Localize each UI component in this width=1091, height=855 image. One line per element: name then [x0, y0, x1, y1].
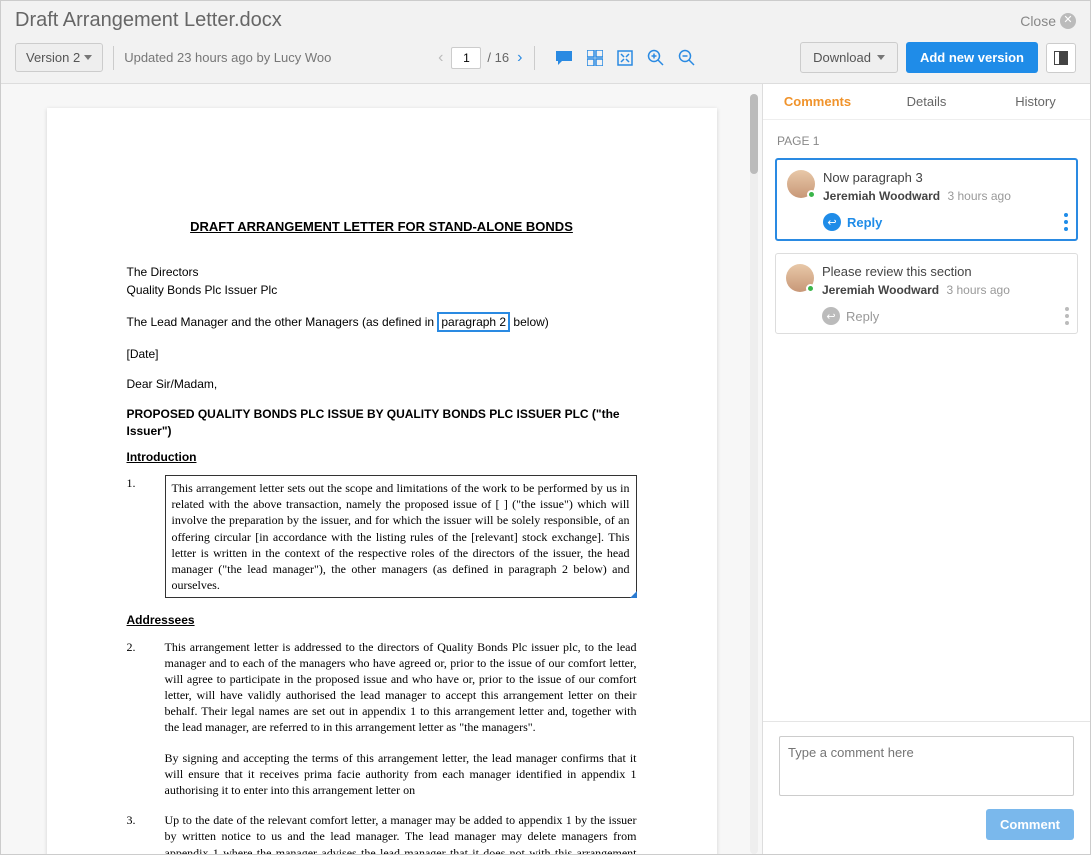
para-text: This arrangement letter sets out the sco… — [172, 481, 630, 592]
comment-author: Jeremiah Woodward — [823, 189, 940, 203]
subject-line: PROPOSED QUALITY BONDS PLC ISSUE BY QUAL… — [127, 406, 637, 438]
fullscreen-icon[interactable] — [617, 50, 633, 66]
right-sidebar: Comments Details History PAGE 1 Now para… — [762, 84, 1090, 854]
resize-handle-icon[interactable] — [630, 591, 637, 598]
sidebar-tabs: Comments Details History — [763, 84, 1090, 120]
zoom-in-icon[interactable] — [647, 49, 664, 66]
page-prev-button[interactable]: ‹ — [436, 49, 445, 67]
comment-card[interactable]: Now paragraph 3 Jeremiah Woodward 3 hour… — [775, 158, 1078, 241]
addressee-line: The Directors — [127, 264, 637, 280]
version-label: Version 2 — [26, 50, 80, 65]
download-button[interactable]: Download — [800, 42, 898, 73]
comments-page-label: PAGE 1 — [777, 134, 1078, 148]
close-button[interactable]: Close ✕ — [1020, 13, 1076, 29]
reply-label: Reply — [847, 215, 882, 230]
download-label: Download — [813, 50, 871, 65]
tab-details[interactable]: Details — [872, 84, 981, 119]
toggle-sidebar-button[interactable] — [1046, 43, 1076, 73]
version-dropdown[interactable]: Version 2 — [15, 43, 103, 72]
presence-dot-icon — [806, 284, 815, 293]
document-page: DRAFT ARRANGEMENT LETTER FOR STAND-ALONE… — [47, 108, 717, 854]
page-next-button[interactable]: › — [515, 49, 524, 67]
document-viewport[interactable]: DRAFT ARRANGEMENT LETTER FOR STAND-ALONE… — [1, 84, 762, 854]
comment-author: Jeremiah Woodward — [822, 283, 939, 297]
divider — [534, 46, 535, 70]
comment-time: 3 hours ago — [946, 283, 1009, 297]
paragraph-2: 2. This arrangement letter is addressed … — [127, 639, 637, 799]
paragraph-3: 3. Up to the date of the relevant comfor… — [127, 812, 637, 854]
text: The Lead Manager and the other Managers … — [127, 315, 438, 329]
chevron-down-icon — [877, 55, 885, 60]
zoom-out-icon[interactable] — [678, 49, 695, 66]
grid-view-icon[interactable] — [587, 50, 603, 66]
reply-icon: ↩ — [822, 307, 840, 325]
panel-right-icon — [1054, 51, 1068, 65]
page-total: / 16 — [487, 50, 509, 65]
comment-input[interactable] — [779, 736, 1074, 796]
selected-paragraph-box[interactable]: This arrangement letter sets out the sco… — [165, 475, 637, 598]
reply-button[interactable]: ↩ Reply — [823, 213, 1066, 231]
updated-text: Updated 23 hours ago by Lucy Woo — [124, 50, 331, 65]
tab-history[interactable]: History — [981, 84, 1090, 119]
comment-highlight[interactable]: paragraph 2 — [437, 312, 510, 332]
compose-area: Comment — [763, 721, 1090, 854]
comment-time: 3 hours ago — [947, 189, 1010, 203]
presence-dot-icon — [807, 190, 816, 199]
page-number-input[interactable] — [451, 47, 481, 69]
comment-card[interactable]: Please review this section Jeremiah Wood… — [775, 253, 1078, 334]
section-heading: Addressees — [127, 612, 637, 628]
lead-manager-line: The Lead Manager and the other Managers … — [127, 312, 637, 332]
addressee-line: Quality Bonds Plc Issuer Plc — [127, 282, 637, 298]
avatar — [787, 170, 815, 198]
comment-text: Now paragraph 3 — [823, 170, 1066, 185]
para-number: 3. — [127, 812, 141, 854]
divider — [113, 46, 114, 70]
close-icon: ✕ — [1060, 13, 1076, 29]
tab-comments[interactable]: Comments — [763, 84, 872, 119]
reply-label: Reply — [846, 309, 879, 324]
para-number: 2. — [127, 639, 141, 799]
titlebar: Draft Arrangement Letter.docx Close ✕ — [1, 1, 1090, 36]
comment-text: Please review this section — [822, 264, 1067, 279]
para-number: 1. — [127, 475, 141, 598]
doc-heading: DRAFT ARRANGEMENT LETTER FOR STAND-ALONE… — [127, 218, 637, 236]
view-tools — [555, 49, 695, 66]
section-heading: Introduction — [127, 449, 637, 465]
scrollbar-thumb[interactable] — [750, 94, 758, 174]
text: below) — [510, 315, 549, 329]
toolbar: Version 2 Updated 23 hours ago by Lucy W… — [1, 36, 1090, 84]
pager: ‹ / 16 › — [436, 47, 524, 69]
comment-menu-button[interactable] — [1065, 307, 1069, 325]
paragraph-1: 1. This arrangement letter sets out the … — [127, 475, 637, 598]
salutation: Dear Sir/Madam, — [127, 376, 637, 392]
scrollbar[interactable] — [750, 94, 758, 854]
chevron-down-icon — [84, 55, 92, 60]
comment-menu-button[interactable] — [1064, 213, 1068, 231]
document-title: Draft Arrangement Letter.docx — [15, 9, 282, 32]
post-comment-button[interactable]: Comment — [986, 809, 1074, 840]
reply-icon: ↩ — [823, 213, 841, 231]
date-line: [Date] — [127, 346, 637, 362]
comments-list: PAGE 1 Now paragraph 3 Jeremiah Woodward… — [763, 120, 1090, 721]
close-label: Close — [1020, 13, 1056, 29]
comment-icon[interactable] — [555, 50, 573, 66]
reply-button[interactable]: ↩ Reply — [822, 307, 1067, 325]
comment-meta: Jeremiah Woodward 3 hours ago — [823, 189, 1066, 203]
comment-meta: Jeremiah Woodward 3 hours ago — [822, 283, 1067, 297]
para-text: Up to the date of the relevant comfort l… — [165, 812, 637, 854]
avatar — [786, 264, 814, 292]
add-version-button[interactable]: Add new version — [906, 42, 1038, 73]
para-text: By signing and accepting the terms of th… — [165, 750, 637, 799]
para-text: This arrangement letter is addressed to … — [165, 639, 637, 736]
